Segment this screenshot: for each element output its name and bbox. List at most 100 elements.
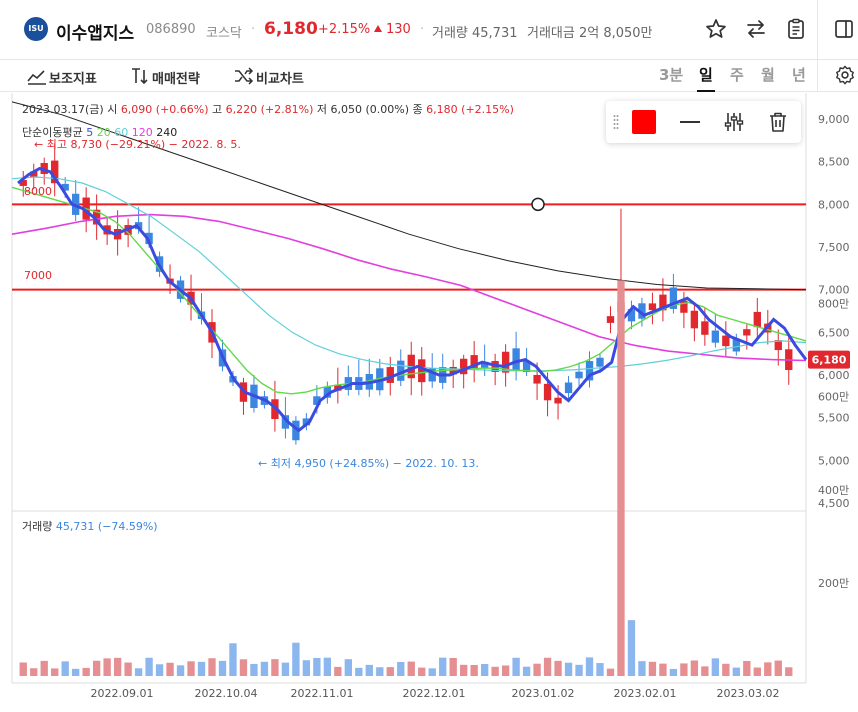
stock-header: ISU 이수앱지스 086890 코스닥 · 6,180 +2.15% 130 … xyxy=(0,0,858,60)
volume-bar xyxy=(292,642,300,676)
volume-bar xyxy=(397,661,405,676)
volume-bar xyxy=(386,667,394,676)
volume-bar xyxy=(606,668,615,676)
volume-bar xyxy=(753,667,761,676)
volume-bar xyxy=(19,662,27,676)
volume-bar xyxy=(627,620,636,676)
clipboard-icon[interactable] xyxy=(784,17,808,41)
ohlc-summary: 2023.03.17(금) 시 6,090 (+0.66%) 고 6,220 (… xyxy=(22,101,514,117)
line-color-swatch[interactable] xyxy=(632,110,656,134)
period-day[interactable]: 일 xyxy=(699,64,713,85)
volume-bar xyxy=(271,659,279,676)
price-tick-label: 6,000 xyxy=(818,369,850,382)
market-label: 코스닥 xyxy=(206,26,242,41)
volume-bar xyxy=(72,668,80,676)
date-tick-label: 2022.11.01 xyxy=(291,687,354,700)
date-tick-label: 2023.01.02 xyxy=(512,687,575,700)
volume-bar xyxy=(460,664,468,676)
date-tick-label: 2022.09.01 xyxy=(91,687,154,700)
volume-legend-value: 45,731 (−74.59%) xyxy=(55,520,158,533)
volume-bar xyxy=(187,661,195,676)
line-style-icon[interactable] xyxy=(678,110,702,134)
close-value: 6,180 (+2.15%) xyxy=(426,103,514,116)
candle-body xyxy=(564,382,573,394)
indicator-icon xyxy=(27,70,46,85)
low-value: 6,050 (0.00%) xyxy=(330,103,410,116)
volume-bar xyxy=(82,667,90,676)
period-week[interactable]: 주 xyxy=(730,64,744,85)
candle-body xyxy=(596,357,604,367)
change-amount: 130 xyxy=(386,22,411,37)
period-3min[interactable]: 3분 xyxy=(659,64,683,85)
volume-bar xyxy=(522,666,531,676)
period-year[interactable]: 년 xyxy=(792,64,806,85)
price-tick-label: 7,000 xyxy=(818,284,850,297)
compare-button[interactable]: 비교차트 xyxy=(234,64,324,88)
volume-bar xyxy=(449,657,457,676)
volume-bar xyxy=(355,667,363,676)
low-label: 저 xyxy=(316,103,328,116)
volume-bar xyxy=(596,663,604,676)
volume-bar xyxy=(418,667,426,676)
change-percent: +2.15% xyxy=(318,22,371,37)
line-handle xyxy=(531,197,545,212)
date-tick-label: 2022.10.04 xyxy=(195,687,258,700)
volume-bar xyxy=(155,664,164,676)
trash-icon[interactable] xyxy=(766,110,790,134)
strategy-button[interactable]: 매매전략 xyxy=(130,64,220,88)
volume-legend-label: 거래량 xyxy=(22,520,53,533)
high-label: 고 xyxy=(212,103,223,116)
volume-bar xyxy=(669,668,678,676)
price-tick-label: 8,000 xyxy=(818,198,850,211)
volume-bar xyxy=(439,657,447,676)
open-label: 시 xyxy=(107,103,118,116)
price-chart[interactable]: 4,500 5,000 5,500 6,000 6,500 7,000 7,500 8,000… xyxy=(0,93,858,712)
settings-gear-icon[interactable] xyxy=(834,64,856,86)
strategy-label: 매매전략 xyxy=(152,72,200,87)
chart-toolbar: 보조지표 매매전략 비교차트 3분 일 주 월 년 xyxy=(0,60,858,92)
volume-bar xyxy=(732,667,740,676)
volume-bar xyxy=(722,663,730,676)
volume-summary: 거래량 45,731 xyxy=(432,26,518,41)
volume-bar xyxy=(501,665,510,676)
volume-bar xyxy=(543,657,552,676)
period-month[interactable]: 월 xyxy=(761,64,775,85)
stock-name: 이수앱지스 xyxy=(56,24,135,44)
volume-bar xyxy=(208,658,216,676)
toolbar-divider xyxy=(817,60,818,92)
drag-handle-icon[interactable] xyxy=(613,114,619,130)
volume-bar xyxy=(323,657,332,676)
price-tick-label: 9,000 xyxy=(818,113,850,126)
volume-bar xyxy=(638,661,646,676)
candle-body xyxy=(512,348,520,371)
volume-tick-label: 800만 xyxy=(818,298,849,311)
volume-bar xyxy=(648,661,657,676)
open-value: 6,090 (+0.66%) xyxy=(120,103,209,116)
volume-bar xyxy=(711,658,720,676)
volume-bar xyxy=(51,668,59,676)
low-annotation: ← 최저 4,950 (+24.85%) − 2022. 10. 13. xyxy=(258,457,479,470)
panel-icon[interactable] xyxy=(832,17,856,41)
company-logo: ISU xyxy=(24,17,48,41)
star-icon[interactable] xyxy=(704,17,728,41)
volume-bar xyxy=(743,660,751,676)
high-annotation: ← 최고 8,730 (−29.21%) − 2022. 8. 5. xyxy=(34,138,241,151)
volume-bar xyxy=(774,660,782,676)
candle-body xyxy=(753,311,761,328)
separator-dot: · xyxy=(420,22,425,37)
price-tick-label: 8,500 xyxy=(818,156,850,169)
indicators-button[interactable]: 보조지표 xyxy=(27,64,113,88)
candle-body xyxy=(648,303,657,311)
volume-bar xyxy=(30,668,38,676)
ohlc-date: 2023.03.17(금) xyxy=(22,103,104,116)
volume-bar xyxy=(92,660,101,676)
candle-body xyxy=(711,330,720,343)
price-tick-label: 7,500 xyxy=(818,241,850,254)
candle-body xyxy=(533,374,541,384)
swap-icon[interactable] xyxy=(744,17,768,41)
candle-body xyxy=(722,335,730,347)
volume-bar xyxy=(480,663,489,676)
volume-bar xyxy=(260,661,269,676)
volume-bar xyxy=(250,663,258,676)
sliders-icon[interactable] xyxy=(722,110,746,134)
